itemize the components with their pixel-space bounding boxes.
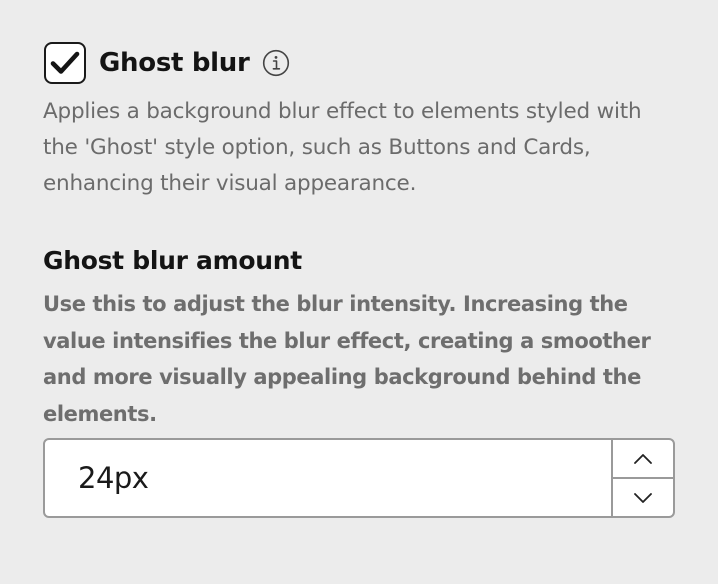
settings-panel: Ghost blur Applies a background blur eff…	[0, 0, 718, 584]
chevron-down-icon	[634, 492, 652, 503]
ghost-blur-label[interactable]: Ghost blur	[99, 48, 250, 78]
checkmark-icon	[50, 51, 80, 74]
ghost-blur-checkbox[interactable]	[44, 42, 86, 84]
decrement-button[interactable]	[613, 479, 673, 516]
ghost-blur-amount-stepper	[613, 440, 673, 516]
ghost-blur-amount-helper: Use this to adjust the blur intensity. I…	[43, 292, 651, 426]
ghost-blur-amount-input[interactable]: 24px	[43, 438, 675, 518]
chevron-up-icon	[634, 453, 652, 464]
ghost-blur-amount-value[interactable]: 24px	[45, 440, 613, 516]
ghost-blur-amount-title: Ghost blur amount	[43, 246, 302, 275]
info-circle-icon[interactable]	[262, 49, 290, 77]
increment-button[interactable]	[613, 440, 673, 479]
ghost-blur-option: Ghost blur	[44, 42, 290, 84]
ghost-blur-description: Applies a background blur effect to elem…	[43, 99, 642, 196]
